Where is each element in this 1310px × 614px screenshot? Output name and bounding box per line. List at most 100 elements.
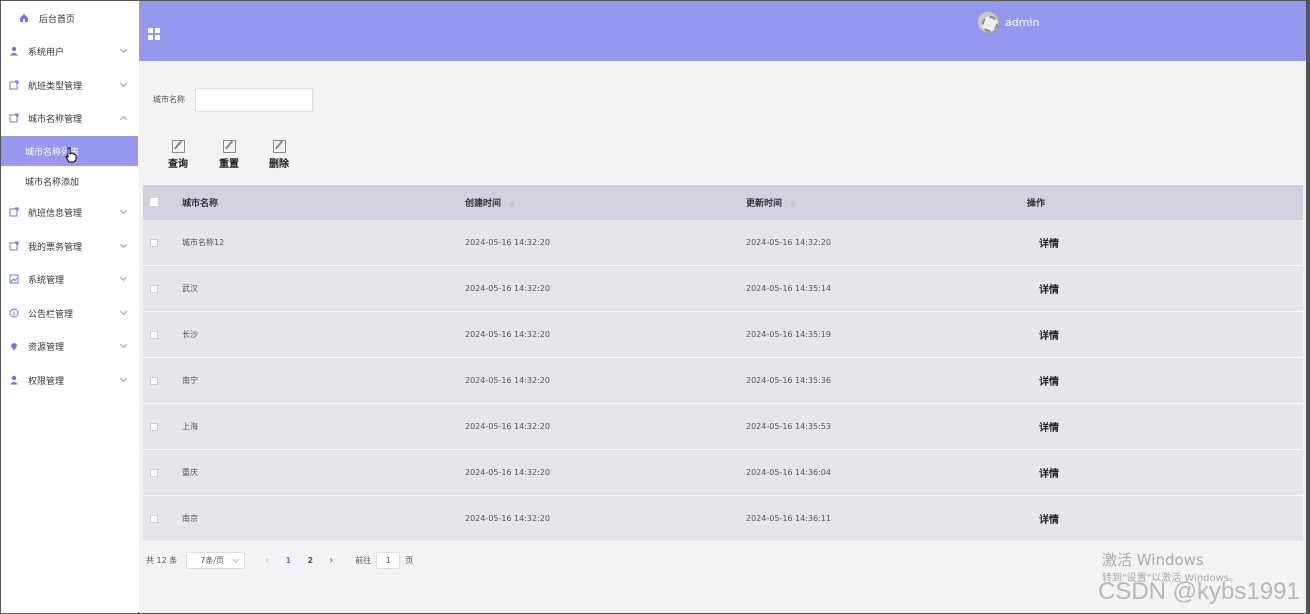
chevron-down-icon bbox=[119, 273, 128, 282]
chevron-down-icon bbox=[119, 307, 128, 316]
sidebar-item-label: 航班信息管理 bbox=[28, 208, 83, 219]
info-icon bbox=[9, 308, 19, 318]
delete-button[interactable]: 删除 bbox=[264, 140, 294, 170]
csdn-watermark: CSDN @kybs1991 bbox=[1098, 578, 1300, 605]
sidebar-item-notice-board[interactable]: 公告栏管理 bbox=[1, 298, 138, 328]
sidebar-item-label: 资源管理 bbox=[28, 342, 65, 353]
cell-created: 2024-05-16 14:32:20 bbox=[465, 514, 550, 523]
edit-icon bbox=[272, 140, 286, 153]
query-button[interactable]: 查询 bbox=[163, 140, 193, 170]
sidebar: 后台首页 系统用户 航班类型管理 城市名称管理 城市名称列表 城市名称添加 航班… bbox=[1, 1, 138, 613]
chevron-down-icon bbox=[119, 340, 128, 349]
sidebar-item-label: 航班类型管理 bbox=[28, 81, 83, 92]
detail-button[interactable]: 详情 bbox=[1039, 312, 1059, 357]
reset-button[interactable]: 重置 bbox=[214, 140, 244, 170]
city-name-search-input[interactable] bbox=[195, 88, 313, 112]
goto-label: 前往 bbox=[355, 555, 372, 565]
sidebar-item-resources[interactable]: 资源管理 bbox=[1, 331, 138, 361]
column-header-actions: 操作 bbox=[1027, 199, 1046, 209]
page-number-2[interactable]: 2 bbox=[299, 556, 321, 565]
sidebar-item-home[interactable]: 后台首页 bbox=[1, 3, 138, 33]
cell-updated: 2024-05-16 14:36:04 bbox=[746, 468, 831, 477]
table-row: 武汉 2024-05-16 14:32:20 2024-05-16 14:35:… bbox=[143, 266, 1303, 312]
row-checkbox[interactable] bbox=[150, 423, 158, 431]
chevron-down-icon bbox=[119, 240, 128, 249]
table-row: 重庆 2024-05-16 14:32:20 2024-05-16 14:36:… bbox=[143, 450, 1303, 496]
column-header-updated[interactable]: 更新时间 bbox=[746, 185, 792, 220]
cell-updated: 2024-05-16 14:32:20 bbox=[746, 238, 831, 247]
menu-toggle-grid-icon[interactable] bbox=[148, 28, 160, 40]
next-page-icon[interactable]: › bbox=[321, 555, 341, 566]
cell-city-name: 长沙 bbox=[182, 330, 198, 339]
row-checkbox[interactable] bbox=[150, 331, 158, 339]
cell-created: 2024-05-16 14:32:20 bbox=[465, 238, 550, 247]
pagination: 共 12 条 7条/页 ‹ 1 2 › 前往 1 页 bbox=[146, 550, 413, 570]
sidebar-item-system-management[interactable]: 系统管理 bbox=[1, 264, 138, 294]
cell-created: 2024-05-16 14:32:20 bbox=[465, 284, 550, 293]
select-all-checkbox[interactable] bbox=[150, 198, 158, 206]
detail-button[interactable]: 详情 bbox=[1039, 404, 1059, 449]
page-number-1[interactable]: 1 bbox=[277, 556, 299, 565]
sidebar-item-system-users[interactable]: 系统用户 bbox=[1, 36, 138, 66]
chevron-down-icon bbox=[119, 206, 128, 215]
cell-updated: 2024-05-16 14:35:36 bbox=[746, 376, 831, 385]
table-header: 城市名称 创建时间 更新时间 操作 bbox=[143, 185, 1303, 220]
row-checkbox[interactable] bbox=[150, 285, 158, 293]
column-header-created[interactable]: 创建时间 bbox=[465, 185, 511, 220]
column-header-city-name: 城市名称 bbox=[182, 199, 219, 209]
detail-button[interactable]: 详情 bbox=[1039, 358, 1059, 403]
folder-icon bbox=[9, 207, 19, 217]
username[interactable]: admin bbox=[1005, 16, 1039, 29]
sidebar-item-label: 城市名称管理 bbox=[28, 114, 83, 125]
user-icon bbox=[9, 46, 19, 56]
sort-icon[interactable] bbox=[788, 200, 792, 206]
top-header: admin bbox=[139, 1, 1306, 61]
cell-city-name: 南京 bbox=[182, 514, 198, 523]
table-row: 南宁 2024-05-16 14:32:20 2024-05-16 14:35:… bbox=[143, 358, 1303, 404]
cell-city-name: 武汉 bbox=[182, 284, 198, 293]
city-table: 城市名称 创建时间 更新时间 操作 城市名称12 2024-05-16 14:3… bbox=[143, 185, 1303, 542]
folder-icon bbox=[9, 113, 19, 123]
detail-button[interactable]: 详情 bbox=[1039, 266, 1059, 311]
sort-icon[interactable] bbox=[507, 200, 511, 206]
sidebar-subitem-city-add[interactable]: 城市名称添加 bbox=[1, 166, 138, 196]
chevron-down-icon bbox=[119, 45, 128, 54]
chevron-up-icon bbox=[119, 115, 128, 124]
cell-city-name: 重庆 bbox=[182, 468, 198, 477]
sidebar-item-label: 系统管理 bbox=[28, 275, 65, 286]
image-icon bbox=[9, 274, 19, 284]
avatar[interactable] bbox=[977, 11, 999, 33]
total-count: 共 12 条 bbox=[146, 555, 178, 565]
detail-button[interactable]: 详情 bbox=[1039, 496, 1059, 541]
detail-button[interactable]: 详情 bbox=[1039, 450, 1059, 495]
detail-button[interactable]: 详情 bbox=[1039, 220, 1059, 265]
row-checkbox[interactable] bbox=[150, 239, 158, 247]
windows-activation-title: 激活 Windows bbox=[1102, 551, 1204, 569]
goto-page-input[interactable]: 1 bbox=[376, 551, 401, 569]
main-content: 城市名称 查询 重置 删除 城市名称 创建时间 更新时间 操作 城市名称12 bbox=[139, 61, 1306, 613]
cell-city-name: 南宁 bbox=[182, 376, 198, 385]
folder-icon bbox=[9, 241, 19, 251]
sidebar-item-city-name[interactable]: 城市名称管理 bbox=[1, 103, 138, 133]
search-label: 城市名称 bbox=[153, 95, 185, 104]
prev-page-icon[interactable]: ‹ bbox=[257, 555, 277, 566]
page-suffix: 页 bbox=[405, 555, 414, 565]
sidebar-item-flight-info[interactable]: 航班信息管理 bbox=[1, 197, 138, 227]
page-size-select[interactable]: 7条/页 bbox=[186, 551, 246, 569]
folder-icon bbox=[9, 80, 19, 90]
cell-updated: 2024-05-16 14:36:11 bbox=[746, 514, 831, 523]
app-window: 后台首页 系统用户 航班类型管理 城市名称管理 城市名称列表 城市名称添加 航班… bbox=[0, 0, 1310, 614]
sidebar-item-permissions[interactable]: 权限管理 bbox=[1, 365, 138, 395]
row-checkbox[interactable] bbox=[150, 469, 158, 477]
row-checkbox[interactable] bbox=[150, 515, 158, 523]
sidebar-item-flight-type[interactable]: 航班类型管理 bbox=[1, 70, 138, 100]
cell-updated: 2024-05-16 14:35:14 bbox=[746, 284, 831, 293]
sidebar-item-my-tickets[interactable]: 我的票务管理 bbox=[1, 231, 138, 261]
cell-city-name: 上海 bbox=[182, 422, 198, 431]
edit-icon bbox=[222, 140, 236, 153]
chevron-down-icon bbox=[119, 374, 128, 383]
row-checkbox[interactable] bbox=[150, 377, 158, 385]
table-row: 城市名称12 2024-05-16 14:32:20 2024-05-16 14… bbox=[143, 220, 1303, 266]
sidebar-item-label: 公告栏管理 bbox=[28, 309, 74, 320]
hand-cursor-icon bbox=[65, 147, 77, 163]
